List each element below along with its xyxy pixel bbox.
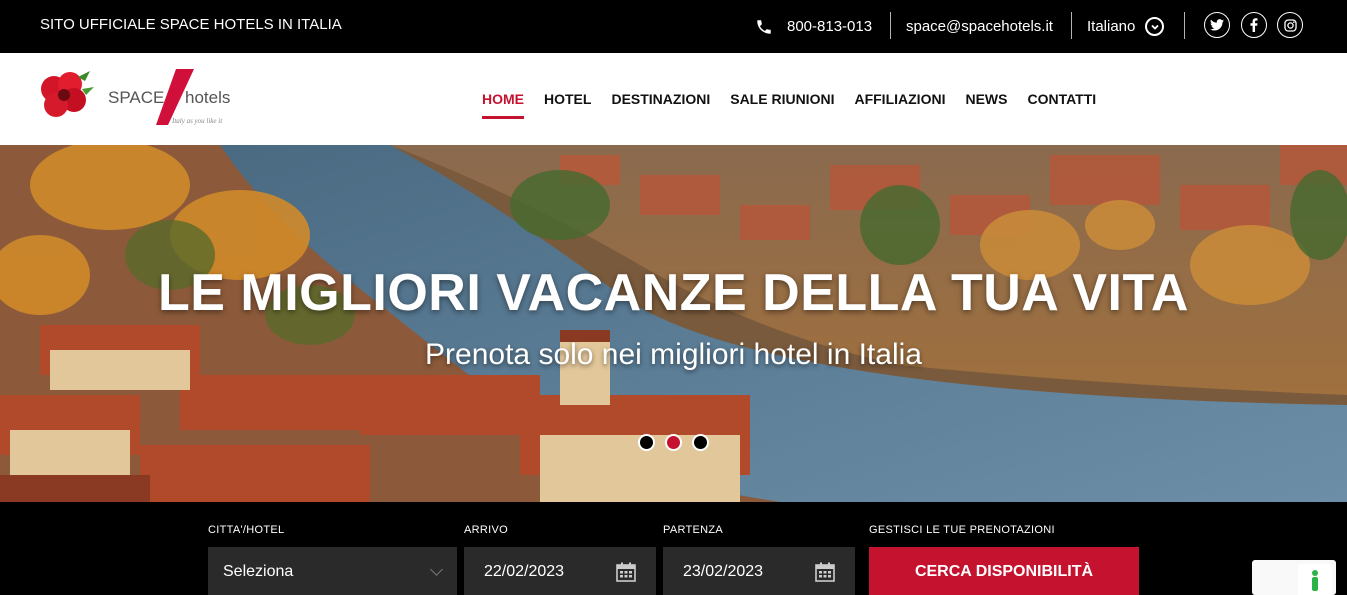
arrival-date-field[interactable]: 22/02/2023 bbox=[464, 547, 656, 595]
phone-number: 800-813-013 bbox=[787, 18, 873, 35]
calendar-icon[interactable] bbox=[815, 562, 835, 582]
hero-slider: LE MIGLIORI VACANZE DELLA TUA VITA Preno… bbox=[0, 145, 1347, 502]
main-header: SPACE hotels Italy as you like it HOME H… bbox=[0, 53, 1347, 145]
departure-date-field[interactable]: 23/02/2023 bbox=[663, 547, 855, 595]
slider-dot-1[interactable] bbox=[638, 434, 655, 451]
search-availability-button[interactable]: CERCA DISPONIBILITÀ bbox=[869, 547, 1139, 595]
facebook-icon[interactable] bbox=[1241, 12, 1267, 38]
svg-text:SPACE: SPACE bbox=[108, 88, 164, 107]
site-title: SITO UFFICIALE SPACE HOTELS IN ITALIA bbox=[40, 16, 342, 33]
hero-subtitle: Prenota solo nei migliori hotel in Itali… bbox=[425, 338, 922, 371]
nav-home[interactable]: HOME bbox=[482, 83, 524, 119]
slider-dots bbox=[638, 434, 719, 451]
city-select[interactable]: Seleziona bbox=[208, 547, 457, 595]
chevron-down-icon bbox=[1145, 17, 1165, 36]
twitter-icon[interactable] bbox=[1204, 12, 1230, 38]
departure-label: PARTENZA bbox=[663, 524, 724, 536]
city-label: CITTA'/HOTEL bbox=[208, 524, 285, 536]
slider-dot-3[interactable] bbox=[692, 434, 709, 451]
accessibility-icon[interactable] bbox=[1298, 564, 1332, 595]
hero-title: LE MIGLIORI VACANZE DELLA TUA VITA bbox=[158, 264, 1189, 322]
city-select-value: Seleziona bbox=[223, 563, 294, 580]
flower-logo-icon bbox=[41, 71, 94, 117]
nav-destinazioni[interactable]: DESTINAZIONI bbox=[611, 83, 710, 115]
nav-hotel[interactable]: HOTEL bbox=[544, 83, 591, 115]
logo[interactable]: SPACE hotels Italy as you like it bbox=[38, 67, 248, 133]
booking-bar: CITTA'/HOTEL ARRIVO PARTENZA GESTISCI LE… bbox=[0, 502, 1347, 595]
nav-affiliazioni[interactable]: AFFILIAZIONI bbox=[854, 83, 945, 115]
phone-icon bbox=[757, 19, 771, 34]
main-nav: HOME HOTEL DESTINAZIONI SALE RIUNIONI AF… bbox=[482, 53, 1116, 145]
divider bbox=[1071, 12, 1072, 39]
divider bbox=[1184, 12, 1185, 39]
svg-text:hotels: hotels bbox=[185, 88, 230, 107]
top-bar: SITO UFFICIALE SPACE HOTELS IN ITALIA 80… bbox=[0, 0, 1347, 53]
nav-sale-riunioni[interactable]: SALE RIUNIONI bbox=[730, 83, 834, 115]
email-link[interactable]: space@spacehotels.it bbox=[906, 0, 1053, 53]
divider bbox=[890, 12, 891, 39]
arrival-label: ARRIVO bbox=[464, 524, 508, 536]
nav-contatti[interactable]: CONTATTI bbox=[1027, 83, 1096, 115]
arrival-date-value: 22/02/2023 bbox=[484, 563, 565, 580]
instagram-icon[interactable] bbox=[1277, 12, 1303, 38]
phone-link[interactable]: 800-813-013 bbox=[755, 0, 872, 53]
nav-news[interactable]: NEWS bbox=[965, 83, 1007, 115]
chevron-down-icon bbox=[430, 563, 443, 576]
slider-dot-2[interactable] bbox=[665, 434, 682, 451]
language-selector[interactable]: Italiano bbox=[1087, 0, 1165, 53]
departure-date-value: 23/02/2023 bbox=[683, 563, 764, 580]
language-label: Italiano bbox=[1087, 18, 1136, 35]
email-address: space@spacehotels.it bbox=[906, 18, 1053, 35]
svg-text:Italy as you like it: Italy as you like it bbox=[171, 117, 223, 125]
calendar-icon[interactable] bbox=[616, 562, 636, 582]
manage-bookings-link[interactable]: GESTISCI LE TUE PRENOTAZIONI bbox=[869, 524, 1055, 536]
